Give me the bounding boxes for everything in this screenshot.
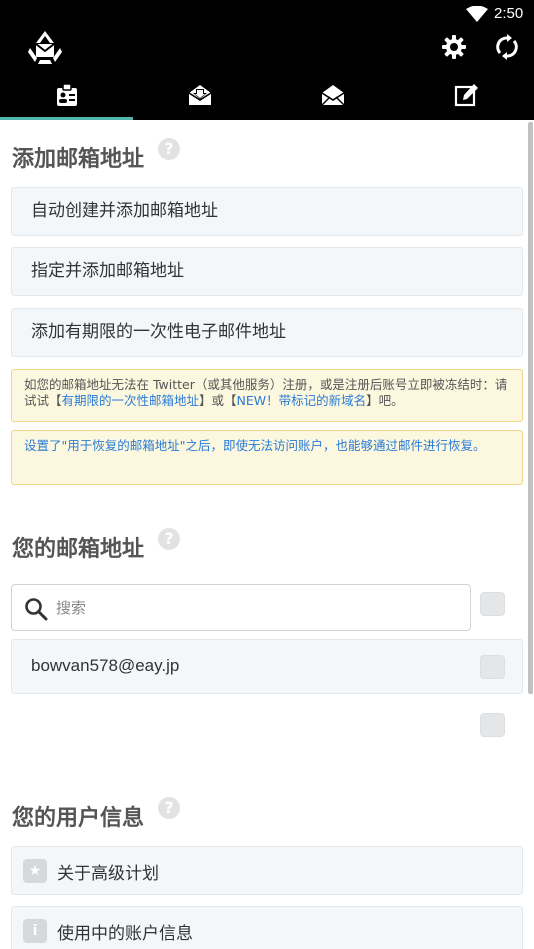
tab-contact-card[interactable] [0,76,133,120]
premium-plan-label: 关于高级计划 [57,864,159,884]
mail-recycle-logo[interactable] [26,28,64,66]
tab-inbox[interactable] [133,76,266,120]
tab-open-mail[interactable] [266,76,399,120]
status-bar: 2:50 [0,0,534,28]
select-all-checkbox[interactable] [480,592,505,616]
recovery-notice[interactable]: 设置了"用于恢复的邮箱地址"之后，即使无法访问账户，也能够通过邮件进行恢复。 [11,430,523,485]
scrollbar[interactable] [528,122,533,694]
search-icon [25,598,48,621]
mail-address: bowvan578@eay.jp [31,656,180,675]
add-section-title: 添加邮箱地址 [12,147,145,172]
tab-compose[interactable] [399,76,532,120]
help-icon[interactable]: ? [158,528,180,550]
mail-address-row[interactable]: bowvan578@eay.jp [11,639,523,694]
status-time: 2:50 [494,5,524,22]
gear-icon[interactable] [441,34,467,60]
account-info-label: 使用中的账户信息 [57,924,193,944]
specify-address-button[interactable]: 指定并添加邮箱地址 [11,247,523,296]
user-section-title: 您的用户信息 [12,806,145,831]
notice-text: 】或【 [199,393,237,408]
temporary-address-button[interactable]: 添加有期限的一次性电子邮件地址 [11,308,523,357]
info-icon: i [23,919,47,943]
notice-text: 】吧。 [366,393,404,408]
search-input[interactable] [56,593,456,623]
mail-section-title: 您的邮箱地址 [12,537,145,562]
mail-row-checkbox[interactable] [480,655,505,679]
wifi-icon [466,6,488,22]
premium-plan-button[interactable]: ★ 关于高级计划 [11,846,523,895]
auto-create-address-button[interactable]: 自动创建并添加邮箱地址 [11,187,523,236]
new-domain-link[interactable]: NEW！带标记的新域名 [237,393,367,408]
help-icon[interactable]: ? [158,797,180,819]
compose-icon [454,84,478,107]
action-checkbox[interactable] [480,713,505,737]
search-field[interactable] [11,584,471,631]
inbox-icon [188,85,212,105]
star-icon: ★ [23,859,47,883]
account-info-button[interactable]: i 使用中的账户信息 [11,906,523,949]
contact-card-icon [57,83,77,106]
open-mail-icon [321,85,345,106]
sync-icon[interactable] [495,34,519,60]
temporary-address-link[interactable]: 有期限的一次性邮箱地址 [62,393,200,408]
help-icon[interactable]: ? [158,138,180,160]
main-content[interactable]: 添加邮箱地址 ? 自动创建并添加邮箱地址 指定并添加邮箱地址 添加有期限的一次性… [0,120,534,949]
twitter-notice: 如您的邮箱地址无法在 Twitter（或其他服务）注册，或是注册后账号立即被冻结… [11,369,523,422]
app-bar [0,28,534,120]
tab-bar [0,76,534,120]
